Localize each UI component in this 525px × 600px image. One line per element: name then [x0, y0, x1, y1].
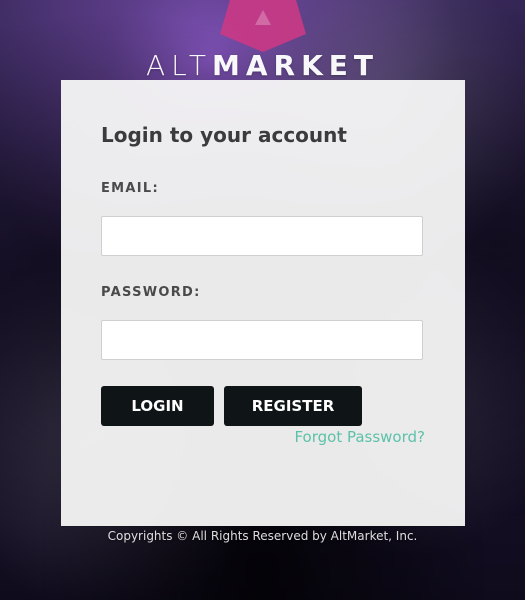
email-label: EMAIL: — [101, 181, 159, 196]
auth-actions: LOGIN REGISTER — [101, 386, 425, 426]
login-button[interactable]: LOGIN — [101, 386, 214, 426]
email-input[interactable] — [101, 216, 423, 256]
password-input[interactable] — [101, 320, 423, 360]
login-card: Login to your account EMAIL: PASSWORD: L… — [61, 80, 465, 526]
password-label: PASSWORD: — [101, 285, 201, 300]
footer-copyright: Copyrights © All Rights Reserved by AltM… — [107, 529, 418, 543]
register-button[interactable]: REGISTER — [224, 386, 362, 426]
login-title: Login to your account — [101, 123, 347, 147]
login-form: Login to your account EMAIL: PASSWORD: L… — [101, 122, 425, 446]
forgot-password-link[interactable]: Forgot Password? — [101, 428, 425, 446]
